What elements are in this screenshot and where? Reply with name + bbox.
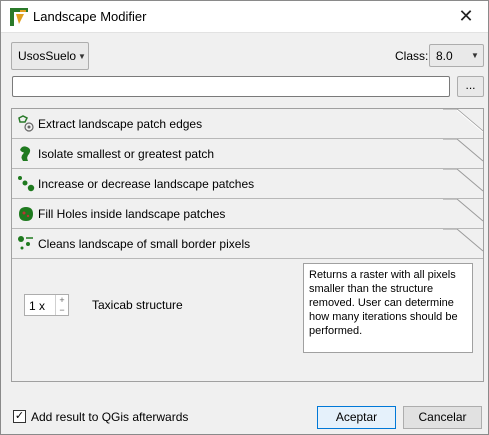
toolbox-item-resize-patches[interactable]: Increase or decrease landscape patches: [12, 169, 483, 199]
tab-corner: [443, 229, 483, 252]
app-icon: [10, 8, 28, 26]
tab-corner: [443, 139, 483, 162]
spin-down-icon[interactable]: −: [55, 305, 68, 315]
layer-combo-value: UsosSuelo: [18, 49, 77, 63]
dialog-window: Landscape Modifier ✕ UsosSuelo ▼ Class: …: [0, 0, 489, 435]
toolbox-item-label: Cleans landscape of small border pixels: [38, 237, 251, 251]
active-tool-page: Returns a raster with all pixels smaller…: [12, 259, 483, 381]
add-to-qgis-label: Add result to QGis afterwards: [31, 410, 189, 424]
tab-corner: [443, 169, 483, 192]
close-icon: ✕: [458, 6, 474, 26]
clean-pixels-icon: [18, 236, 33, 250]
output-path-input[interactable]: [12, 76, 450, 97]
add-to-qgis-checkbox[interactable]: ✓: [13, 410, 26, 423]
resize-patch-icon: [18, 176, 35, 192]
window-title: Landscape Modifier: [33, 9, 147, 24]
class-combo-value: 8.0: [436, 48, 453, 63]
toolbox-item-extract-edges[interactable]: Extract landscape patch edges: [12, 109, 483, 139]
toolbox-item-label: Fill Holes inside landscape patches: [38, 207, 226, 221]
iterations-spinbox[interactable]: 1 x + −: [24, 294, 69, 316]
fill-holes-icon: [19, 207, 33, 221]
accept-button[interactable]: Aceptar: [317, 406, 396, 429]
toolbox-item-fill-holes[interactable]: Fill Holes inside landscape patches: [12, 199, 483, 229]
cancel-button[interactable]: Cancelar: [403, 406, 482, 429]
browse-button[interactable]: ...: [457, 76, 484, 97]
close-button[interactable]: ✕: [444, 1, 488, 32]
toolbox-item-clean-border-pixels[interactable]: Cleans landscape of small border pixels: [12, 229, 483, 259]
class-combo[interactable]: 8.0 ▼: [429, 44, 484, 67]
tab-corner: [443, 199, 483, 222]
structure-label: Taxicab structure: [92, 298, 183, 312]
layer-combo[interactable]: UsosSuelo ▼: [11, 42, 89, 70]
checkmark-icon: ✓: [14, 410, 25, 422]
toolbox-item-isolate-patch[interactable]: Isolate smallest or greatest patch: [12, 139, 483, 169]
toolbox-item-label: Increase or decrease landscape patches: [38, 177, 255, 191]
spinbox-value: 1 x: [29, 299, 46, 313]
patch-icon: [20, 146, 31, 161]
edges-icon: [18, 115, 34, 132]
toolbox-item-label: Extract landscape patch edges: [38, 117, 203, 131]
chevron-down-icon: ▼: [78, 51, 86, 61]
toolbox-item-label: Isolate smallest or greatest patch: [38, 147, 215, 161]
chevron-down-icon: ▼: [471, 51, 479, 60]
class-label: Class:: [395, 49, 429, 63]
spin-up-icon[interactable]: +: [55, 295, 68, 305]
tab-corner: [443, 109, 483, 133]
tool-description: Returns a raster with all pixels smaller…: [303, 263, 473, 353]
toolbox: Extract landscape patch edges Isolate sm…: [11, 108, 484, 382]
title-bar: Landscape Modifier ✕: [1, 1, 488, 33]
